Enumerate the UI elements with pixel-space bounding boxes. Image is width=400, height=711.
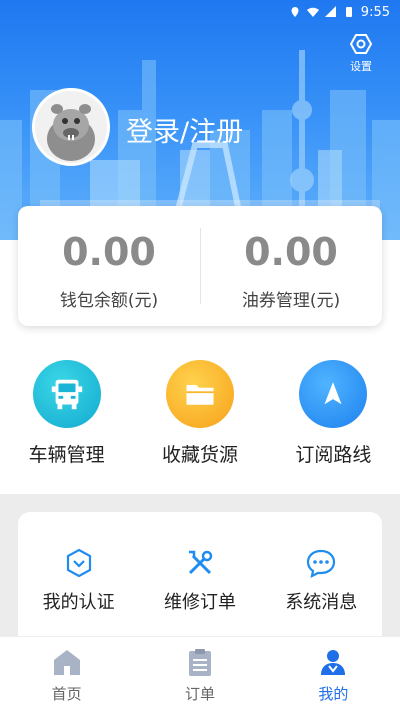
wallet-balance-amount: 0.00: [62, 230, 156, 274]
avatar[interactable]: [32, 88, 110, 166]
profile-header: 9:55 设置 登录/注册: [0, 0, 400, 240]
location-icon: [289, 6, 301, 18]
bottom-navigation: 首页 订单 我的: [0, 636, 400, 711]
signal-icon: [324, 6, 337, 18]
favorite-cargo-button[interactable]: 收藏货源: [133, 360, 266, 467]
vehicle-management-button[interactable]: 车辆管理: [0, 360, 133, 467]
battery-icon: [343, 6, 355, 18]
login-register-link[interactable]: 登录/注册: [126, 110, 243, 149]
home-icon: [53, 650, 80, 675]
favorite-cargo-label: 收藏货源: [161, 444, 238, 466]
nav-orders-label: 订单: [184, 685, 215, 703]
settings-label: 设置: [350, 60, 372, 73]
truck-icon: [32, 360, 101, 428]
repair-orders-label: 维修订单: [163, 592, 236, 613]
status-bar: 9:55: [0, 0, 400, 24]
message-bubble-icon: [307, 549, 336, 578]
folder-icon: [165, 360, 234, 428]
nav-home-label: 首页: [51, 685, 82, 703]
fuel-coupon-label: 油券管理(元): [241, 291, 341, 311]
my-verification-label: 我的认证: [42, 592, 115, 613]
navigation-arrow-icon: [299, 360, 368, 428]
repair-tools-icon: [188, 550, 213, 575]
repair-orders-button[interactable]: 维修订单: [139, 548, 260, 614]
subscribe-route-button[interactable]: 订阅路线: [267, 360, 400, 467]
clipboard-icon: [188, 649, 211, 676]
nav-mine-label: 我的: [318, 685, 349, 703]
system-messages-button[interactable]: 系统消息: [261, 548, 382, 614]
avatar-cartoon-icon: [35, 91, 107, 163]
fuel-coupon[interactable]: 0.00 油券管理(元): [200, 206, 382, 326]
status-time: 9:55: [360, 4, 390, 20]
nav-home[interactable]: 首页: [0, 637, 133, 711]
settings-button[interactable]: 设置: [346, 32, 376, 74]
my-verification-button[interactable]: 我的认证: [18, 548, 139, 614]
primary-services: 车辆管理 收藏货源 订阅路线: [0, 360, 400, 467]
fuel-coupon-amount: 0.00: [244, 230, 338, 274]
wallet-divider: [200, 228, 201, 304]
nav-mine[interactable]: 我的: [267, 637, 400, 711]
verify-shield-icon: [66, 548, 91, 578]
wallet-balance-label: 钱包余额(元): [59, 291, 159, 311]
nav-orders[interactable]: 订单: [133, 637, 266, 711]
vehicle-management-label: 车辆管理: [28, 444, 105, 466]
settings-hexagon-icon: [349, 34, 373, 54]
system-messages-label: 系统消息: [285, 592, 358, 613]
wallet-card: 0.00 钱包余额(元) 0.00 油券管理(元): [18, 206, 382, 326]
wallet-balance[interactable]: 0.00 钱包余额(元): [18, 206, 200, 326]
wifi-icon: [306, 6, 319, 18]
user-icon: [321, 650, 346, 675]
more-services: 我的认证 维修订单 系统消息: [18, 548, 382, 614]
subscribe-route-label: 订阅路线: [295, 444, 372, 466]
